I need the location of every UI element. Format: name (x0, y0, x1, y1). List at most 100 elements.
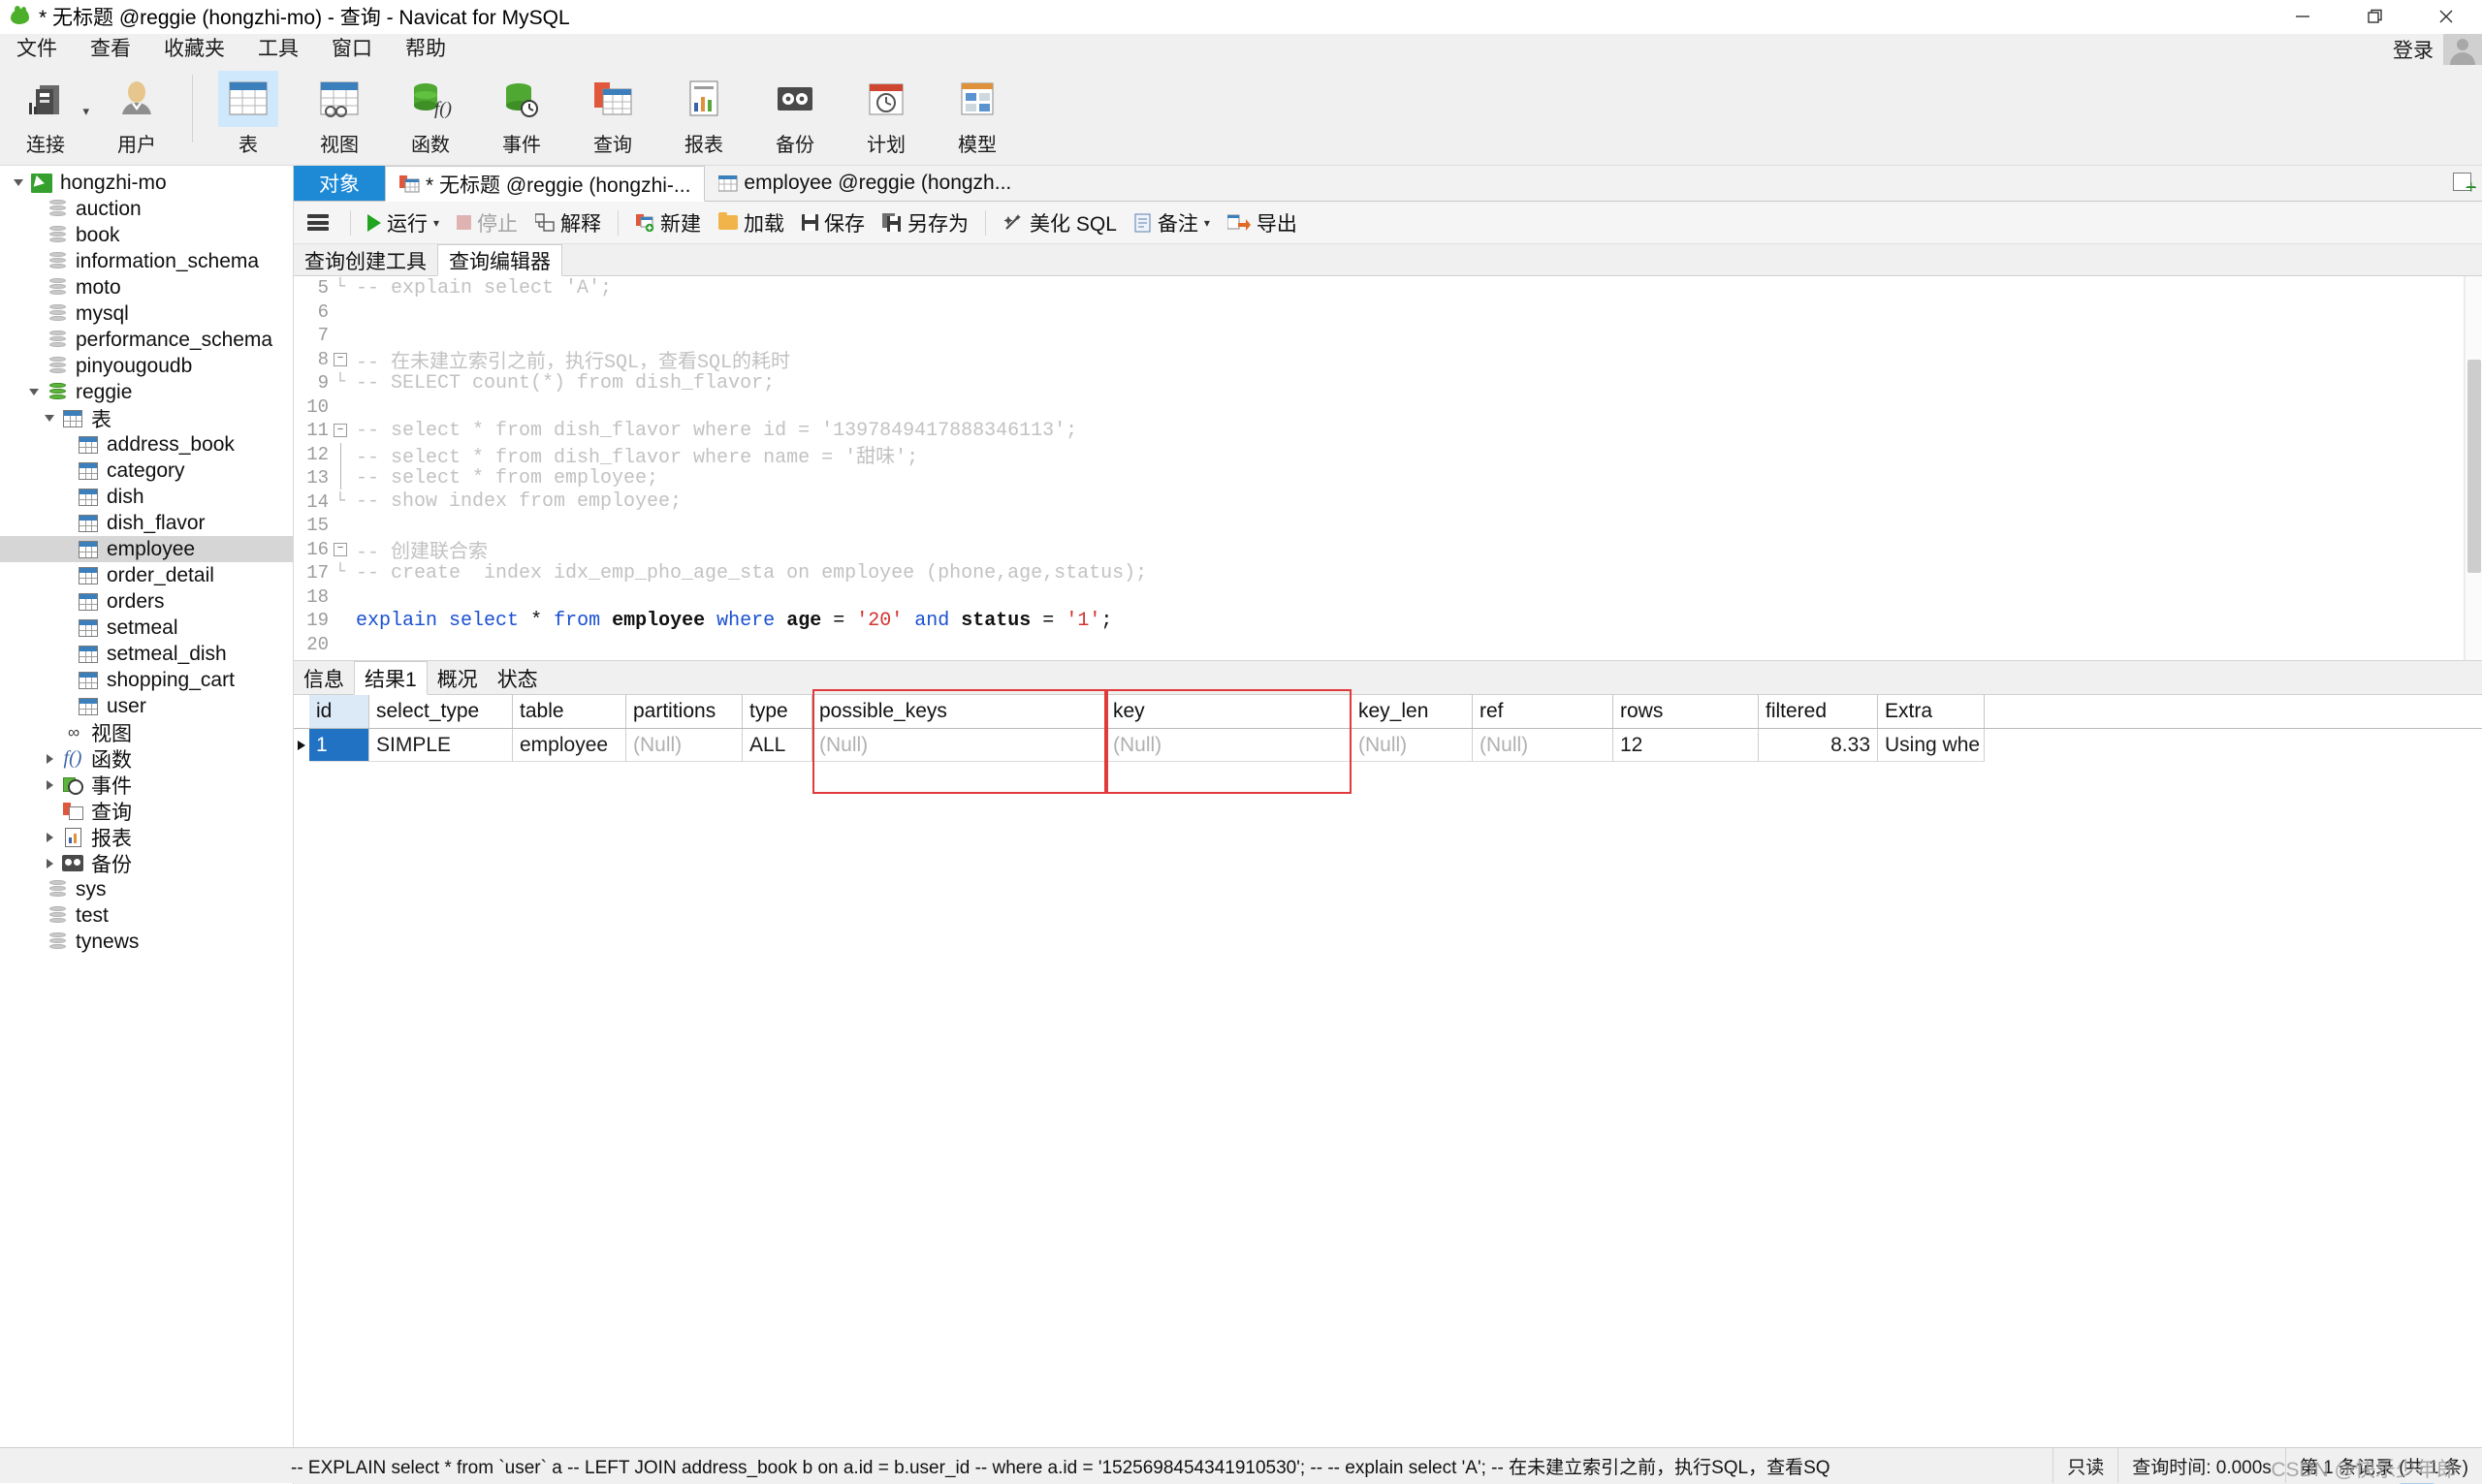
tree-twisty[interactable] (39, 779, 60, 790)
maximize-restore-button[interactable] (2339, 0, 2410, 33)
sql-editor[interactable]: 5 └ -- explain select 'A'; 6 7 8− -- 在未建立索引之前，… (294, 276, 2482, 661)
fold-marker[interactable]: − (333, 424, 348, 438)
code-line[interactable]: 18 (294, 585, 2482, 610)
tree-node-[interactable]: 备份 (0, 850, 293, 876)
toolbar-button-model[interactable]: 模型 (932, 65, 1023, 167)
code-line[interactable]: 5 └ -- explain select 'A'; (294, 276, 2482, 300)
export-button[interactable]: 导出 (1219, 202, 1306, 243)
tree-node-reggie[interactable]: reggie (0, 379, 293, 405)
grid-cell-Extra[interactable]: Using whe (1878, 729, 1985, 762)
grid-column-header-partitions[interactable]: partitions (626, 695, 743, 728)
save-button[interactable]: 保存 (793, 202, 874, 243)
tree-node-sys[interactable]: sys (0, 876, 293, 902)
login-link[interactable]: 登录 (2393, 35, 2434, 64)
code-line[interactable]: 6 (294, 300, 2482, 325)
tree-node-pinyougoudb[interactable]: pinyougoudb (0, 353, 293, 379)
tree-node-dish_flavor[interactable]: dish_flavor (0, 510, 293, 536)
tab-status[interactable]: 状态 (488, 662, 548, 694)
comment-button[interactable]: 备注 ▾ (1126, 202, 1219, 243)
tree-node-auction[interactable]: auction (0, 196, 293, 222)
tree-twisty[interactable] (39, 832, 60, 842)
new-button[interactable]: 新建 (626, 202, 710, 243)
code-line[interactable]: 20 (294, 633, 2482, 657)
chevron-down-icon[interactable]: ▾ (82, 104, 89, 119)
grid-cell-type[interactable]: ALL (743, 729, 812, 762)
menu-item-view[interactable]: 查看 (74, 34, 147, 65)
tab-profile[interactable]: 概况 (428, 662, 488, 694)
code-line[interactable]: 8− -- 在未建立索引之前，执行SQL，查看SQL的耗时 (294, 348, 2482, 374)
tree-node-moto[interactable]: moto (0, 274, 293, 300)
grid-column-header-key_len[interactable]: key_len (1352, 695, 1473, 728)
toolbar-button-schedule[interactable]: 计划 (841, 65, 932, 167)
tree-node-[interactable]: 表 (0, 405, 293, 431)
tab-query-untitled[interactable]: * 无标题 @reggie (hongzhi-... (385, 166, 706, 202)
grid-column-header-table[interactable]: table (513, 695, 626, 728)
tree-node-performance_schema[interactable]: performance_schema (0, 327, 293, 353)
tree-node-information_schema[interactable]: information_schema (0, 248, 293, 274)
tree-node-category[interactable]: category (0, 458, 293, 484)
toolbar-button-report[interactable]: 报表 (658, 65, 749, 167)
grid-cell-table[interactable]: employee (513, 729, 626, 762)
tree-node-hongzhimo[interactable]: hongzhi-mo (0, 170, 293, 196)
toolbar-button-view[interactable]: 视图 (294, 65, 385, 167)
editor-scrollbar-thumb[interactable] (2467, 360, 2481, 573)
menu-toggle-icon[interactable] (307, 214, 329, 231)
grid-column-header-ref[interactable]: ref (1473, 695, 1613, 728)
toolbar-button-event[interactable]: 事件 (476, 65, 567, 167)
editor-scrollbar[interactable] (2465, 276, 2482, 660)
code-line[interactable]: 19 explain select * from employee where a… (294, 609, 2482, 633)
code-line[interactable]: 14 └ -- show index from employee; (294, 490, 2482, 515)
chevron-down-icon[interactable]: ▾ (433, 216, 439, 230)
tree-twisty[interactable] (39, 753, 60, 764)
grid-column-header-filtered[interactable]: filtered (1759, 695, 1878, 728)
tree-node-[interactable]: f() 函数 (0, 745, 293, 772)
grid-cell-partitions[interactable]: (Null) (626, 729, 743, 762)
tab-objects[interactable]: 对象 (294, 166, 385, 201)
toolbar-button-backup[interactable]: 备份 (749, 65, 841, 167)
toolbar-button-function[interactable]: f() 函数 (385, 65, 476, 167)
fold-marker[interactable]: − (333, 352, 348, 366)
avatar[interactable] (2443, 34, 2482, 65)
tree-twisty[interactable] (23, 389, 45, 395)
tab-result-1[interactable]: 结果1 (354, 661, 428, 695)
database-tree[interactable]: hongzhi-mo auction book information_schema m… (0, 166, 293, 955)
tree-node-user[interactable]: user (0, 693, 293, 719)
beautify-sql-button[interactable]: 美化 SQL (994, 202, 1126, 243)
menu-item-window[interactable]: 窗口 (315, 34, 389, 65)
tree-node-address_book[interactable]: address_book (0, 431, 293, 458)
table-row[interactable]: 1 SIMPLE employee (Null) ALL (Null) (Null) (Nul… (294, 729, 2482, 762)
tree-node-setmeal_dish[interactable]: setmeal_dish (0, 641, 293, 667)
run-button[interactable]: 运行 ▾ (359, 202, 448, 243)
tab-table-employee[interactable]: employee @reggie (hongzh... (705, 166, 1025, 201)
tree-node-[interactable]: 事件 (0, 772, 293, 798)
code-line[interactable]: 9 └ -- SELECT count(*) from dish_flavor; (294, 371, 2482, 395)
grid-cell-rows[interactable]: 12 (1613, 729, 1759, 762)
grid-cell-ref[interactable]: (Null) (1473, 729, 1613, 762)
load-button[interactable]: 加载 (710, 202, 793, 243)
new-tab-button[interactable]: + (2451, 170, 2476, 196)
tree-twisty[interactable] (39, 415, 60, 422)
tab-query-builder[interactable]: 查询创建工具 (294, 245, 437, 275)
menu-item-file[interactable]: 文件 (0, 34, 74, 65)
tree-twisty[interactable] (8, 179, 29, 186)
grid-cell-key_len[interactable]: (Null) (1352, 729, 1473, 762)
tree-node-order_detail[interactable]: order_detail (0, 562, 293, 588)
tab-info[interactable]: 信息 (294, 662, 354, 694)
grid-cell-select_type[interactable]: SIMPLE (369, 729, 513, 762)
tree-twisty[interactable] (39, 858, 60, 868)
save-as-button[interactable]: 另存为 (874, 202, 977, 243)
menu-item-favorites[interactable]: 收藏夹 (147, 34, 241, 65)
tree-node-test[interactable]: test (0, 902, 293, 929)
grid-cell-id[interactable]: 1 (309, 729, 369, 762)
tab-query-editor[interactable]: 查询编辑器 (437, 244, 562, 276)
result-grid[interactable]: id select_type table partitions type possible… (294, 689, 2482, 794)
toolbar-button-query[interactable]: 查询 (567, 65, 658, 167)
close-button[interactable] (2410, 0, 2482, 33)
sql-code-area[interactable]: 5 └ -- explain select 'A'; 6 7 8− -- 在未建立索引之前，… (294, 276, 2482, 660)
explain-button[interactable]: 解释 (526, 202, 610, 243)
grid-column-header-id[interactable]: id (309, 695, 369, 728)
tree-node-book[interactable]: book (0, 222, 293, 248)
tree-node-[interactable]: ∞ 视图 (0, 719, 293, 745)
grid-column-header-select_type[interactable]: select_type (369, 695, 513, 728)
grid-cell-filtered[interactable]: 8.33 (1759, 729, 1878, 762)
